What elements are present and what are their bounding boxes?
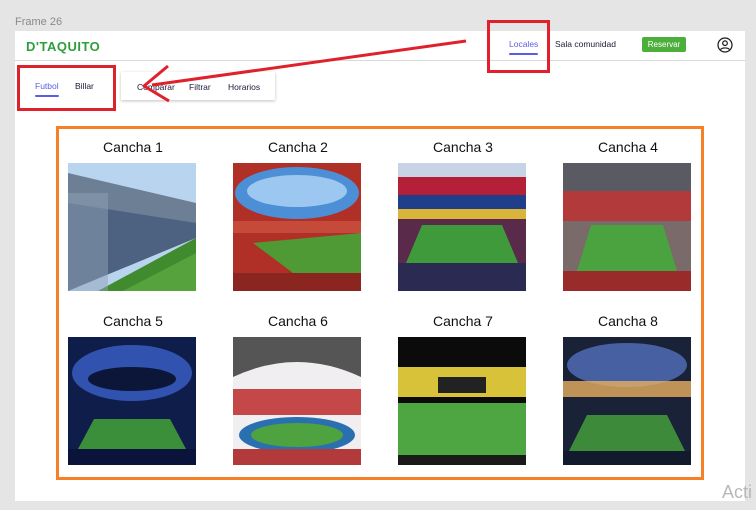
court-photo[interactable] — [233, 163, 361, 291]
horarios-button[interactable]: Horarios — [228, 82, 260, 92]
court-title: Cancha 5 — [103, 313, 163, 329]
reservar-button[interactable]: Reservar — [642, 37, 686, 52]
frame-label: Frame 26 — [15, 16, 63, 28]
comparar-button[interactable]: Comparar — [137, 82, 175, 92]
toolbar: Comparar Filtrar Horarios — [121, 72, 275, 100]
nav-sala-comunidad-label: Sala comunidad — [555, 39, 616, 49]
court-card[interactable]: Cancha 6 — [233, 313, 363, 465]
court-title: Cancha 2 — [268, 139, 328, 155]
court-card[interactable]: Cancha 2 — [233, 139, 363, 291]
tab-futbol-label: Futbol — [35, 81, 59, 91]
court-title: Cancha 7 — [433, 313, 493, 329]
court-title: Cancha 8 — [598, 313, 658, 329]
active-underline — [509, 53, 539, 55]
active-underline — [35, 95, 59, 97]
court-photo[interactable] — [233, 337, 361, 465]
court-photo[interactable] — [398, 337, 526, 465]
court-card[interactable]: Cancha 7 — [398, 313, 528, 465]
tab-futbol[interactable]: Futbol — [35, 81, 59, 97]
nav-locales-label: Locales — [509, 39, 539, 49]
courts-grid: Cancha 1 Cancha 2 Cancha 3 Cancha 4 Canc… — [56, 126, 704, 480]
court-card[interactable]: Cancha 1 — [68, 139, 198, 291]
tab-billar[interactable]: Billar — [75, 81, 94, 91]
court-title: Cancha 6 — [268, 313, 328, 329]
activation-watermark: Acti — [722, 482, 753, 502]
court-title: Cancha 4 — [598, 139, 658, 155]
court-photo[interactable] — [563, 163, 691, 291]
court-card[interactable]: Cancha 3 — [398, 139, 528, 291]
tab-billar-label: Billar — [75, 81, 94, 91]
nav-sala-comunidad[interactable]: Sala comunidad — [555, 39, 616, 49]
court-photo[interactable] — [563, 337, 691, 465]
filtrar-button[interactable]: Filtrar — [189, 82, 211, 92]
court-photo[interactable] — [68, 337, 196, 465]
court-card[interactable]: Cancha 8 — [563, 313, 693, 465]
app-frame: D'TAQUITO Locales Sala comunidad Reserva… — [15, 31, 745, 501]
court-title: Cancha 1 — [103, 139, 163, 155]
brand-logo[interactable]: D'TAQUITO — [26, 39, 100, 54]
court-card[interactable]: Cancha 5 — [68, 313, 198, 465]
court-photo[interactable] — [68, 163, 196, 291]
top-navbar: D'TAQUITO Locales Sala comunidad Reserva… — [15, 31, 745, 61]
court-title: Cancha 3 — [433, 139, 493, 155]
nav-locales[interactable]: Locales — [509, 39, 539, 55]
court-photo[interactable] — [398, 163, 526, 291]
court-card[interactable]: Cancha 4 — [563, 139, 693, 291]
user-circle-icon[interactable] — [717, 37, 733, 53]
